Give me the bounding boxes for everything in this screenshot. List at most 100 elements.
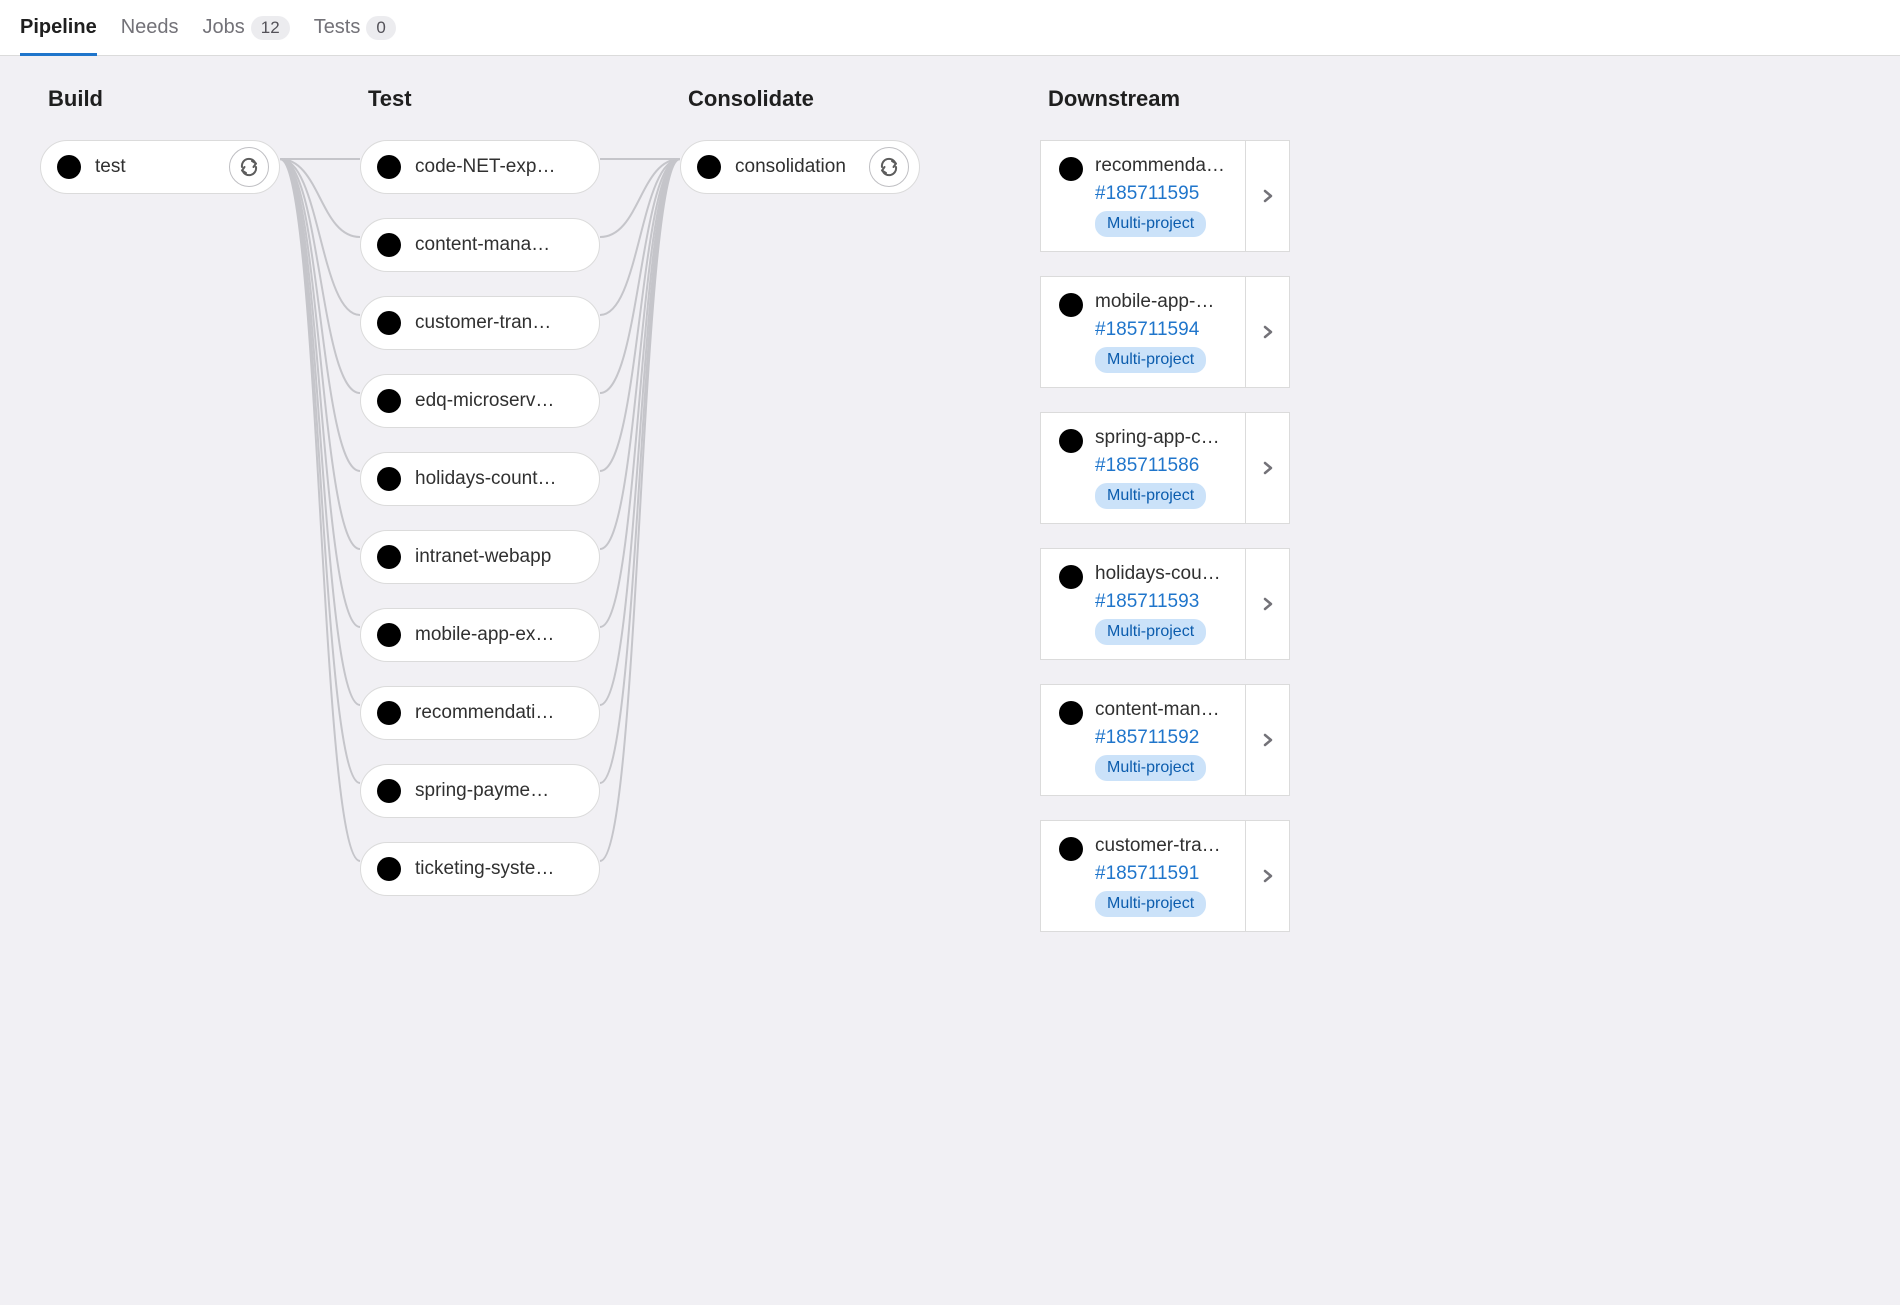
jobs-count-badge: 12 [251, 16, 290, 40]
stage-downstream: Downstream recommenda… #185711595 Multi-… [1040, 86, 1290, 1265]
downstream-name: holidays-cou… [1095, 563, 1221, 585]
downstream-pipeline-id[interactable]: #185711595 [1095, 183, 1225, 205]
success-status-icon [375, 621, 403, 649]
multi-project-badge: Multi-project [1095, 891, 1206, 917]
stage-consolidate: Consolidate consolidation [680, 86, 920, 1265]
failed-status-icon [375, 231, 403, 259]
job-pill[interactable]: mobile-app-ex… [360, 608, 600, 662]
downstream-list: recommenda… #185711595 Multi-project mob… [1040, 140, 1290, 932]
success-status-icon [1057, 427, 1085, 455]
tab-tests-label: Tests [314, 16, 361, 39]
expand-button[interactable] [1246, 820, 1290, 932]
expand-button[interactable] [1246, 684, 1290, 796]
stage-test: Test code-NET-exp… content-mana… customer-… [360, 86, 600, 1265]
downstream-main[interactable]: customer-tra… #185711591 Multi-project [1040, 820, 1246, 932]
job-name: mobile-app-ex… [415, 624, 589, 646]
downstream-card: content-man… #185711592 Multi-project [1040, 684, 1290, 796]
job-pill[interactable]: recommendati… [360, 686, 600, 740]
multi-project-badge: Multi-project [1095, 483, 1206, 509]
tests-count-badge: 0 [366, 16, 395, 40]
job-name: customer-tran… [415, 312, 589, 334]
downstream-card: mobile-app-… #185711594 Multi-project [1040, 276, 1290, 388]
failed-status-icon [1057, 699, 1085, 727]
multi-project-badge: Multi-project [1095, 211, 1206, 237]
job-pill[interactable]: ticketing-syste… [360, 842, 600, 896]
downstream-pipeline-id[interactable]: #185711593 [1095, 591, 1221, 613]
job-name: edq-microserv… [415, 390, 589, 412]
downstream-name: recommenda… [1095, 155, 1225, 177]
success-status-icon [1057, 835, 1085, 863]
retry-button[interactable] [229, 147, 269, 187]
downstream-pipeline-id[interactable]: #185711592 [1095, 727, 1220, 749]
job-pill[interactable]: consolidation [680, 140, 920, 194]
pipeline-canvas: Build test Test code-NET-exp… content-man… [0, 56, 1900, 1305]
stage-title-downstream: Downstream [1040, 86, 1290, 112]
job-pill[interactable]: test [40, 140, 280, 194]
chevron-right-icon [1259, 459, 1277, 477]
downstream-name: customer-tra… [1095, 835, 1221, 857]
build-jobs-list: test [40, 140, 280, 194]
chevron-right-icon [1259, 187, 1277, 205]
retry-icon [879, 157, 899, 177]
success-status-icon [375, 855, 403, 883]
test-jobs-list: code-NET-exp… content-mana… customer-tran…… [360, 140, 600, 896]
expand-button[interactable] [1246, 548, 1290, 660]
job-pill[interactable]: code-NET-exp… [360, 140, 600, 194]
failed-status-icon [375, 387, 403, 415]
job-pill[interactable]: customer-tran… [360, 296, 600, 350]
tab-jobs[interactable]: Jobs 12 [203, 0, 290, 56]
multi-project-badge: Multi-project [1095, 347, 1206, 373]
job-name: recommendati… [415, 702, 589, 724]
downstream-main[interactable]: spring-app-c… #185711586 Multi-project [1040, 412, 1246, 524]
downstream-card: spring-app-c… #185711586 Multi-project [1040, 412, 1290, 524]
chevron-right-icon [1259, 731, 1277, 749]
success-status-icon [375, 309, 403, 337]
job-pill[interactable]: edq-microserv… [360, 374, 600, 428]
stage-title-consolidate: Consolidate [680, 86, 920, 112]
job-name: consolidation [735, 156, 857, 178]
downstream-main[interactable]: holidays-cou… #185711593 Multi-project [1040, 548, 1246, 660]
job-pill[interactable]: spring-payme… [360, 764, 600, 818]
downstream-card: recommenda… #185711595 Multi-project [1040, 140, 1290, 252]
job-pill[interactable]: intranet-webapp [360, 530, 600, 584]
job-name: content-mana… [415, 234, 589, 256]
multi-project-badge: Multi-project [1095, 619, 1206, 645]
downstream-card: holidays-cou… #185711593 Multi-project [1040, 548, 1290, 660]
tab-tests[interactable]: Tests 0 [314, 0, 396, 56]
expand-button[interactable] [1246, 276, 1290, 388]
success-status-icon [1057, 291, 1085, 319]
retry-button[interactable] [869, 147, 909, 187]
chevron-right-icon [1259, 323, 1277, 341]
downstream-main[interactable]: content-man… #185711592 Multi-project [1040, 684, 1246, 796]
downstream-main[interactable]: recommenda… #185711595 Multi-project [1040, 140, 1246, 252]
job-name: code-NET-exp… [415, 156, 589, 178]
tab-pipeline[interactable]: Pipeline [20, 0, 97, 55]
stage-build: Build test [40, 86, 280, 1265]
job-pill[interactable]: content-mana… [360, 218, 600, 272]
downstream-name: content-man… [1095, 699, 1220, 721]
retry-icon [239, 157, 259, 177]
multi-project-badge: Multi-project [1095, 755, 1206, 781]
job-name: test [95, 156, 217, 178]
success-status-icon [375, 777, 403, 805]
job-name: holidays-count… [415, 468, 589, 490]
downstream-card: customer-tra… #185711591 Multi-project [1040, 820, 1290, 932]
tab-jobs-label: Jobs [203, 16, 245, 39]
job-pill[interactable]: holidays-count… [360, 452, 600, 506]
failed-status-icon [375, 699, 403, 727]
downstream-pipeline-id[interactable]: #185711591 [1095, 863, 1221, 885]
expand-button[interactable] [1246, 140, 1290, 252]
downstream-name: mobile-app-… [1095, 291, 1214, 313]
tab-needs[interactable]: Needs [121, 0, 179, 55]
success-status-icon [375, 465, 403, 493]
downstream-pipeline-id[interactable]: #185711594 [1095, 319, 1214, 341]
success-status-icon [695, 153, 723, 181]
stage-title-test: Test [360, 86, 600, 112]
success-status-icon [375, 543, 403, 571]
tabs-bar: Pipeline Needs Jobs 12 Tests 0 [0, 0, 1900, 56]
expand-button[interactable] [1246, 412, 1290, 524]
failed-status-icon [375, 153, 403, 181]
job-name: ticketing-syste… [415, 858, 589, 880]
downstream-main[interactable]: mobile-app-… #185711594 Multi-project [1040, 276, 1246, 388]
downstream-pipeline-id[interactable]: #185711586 [1095, 455, 1220, 477]
